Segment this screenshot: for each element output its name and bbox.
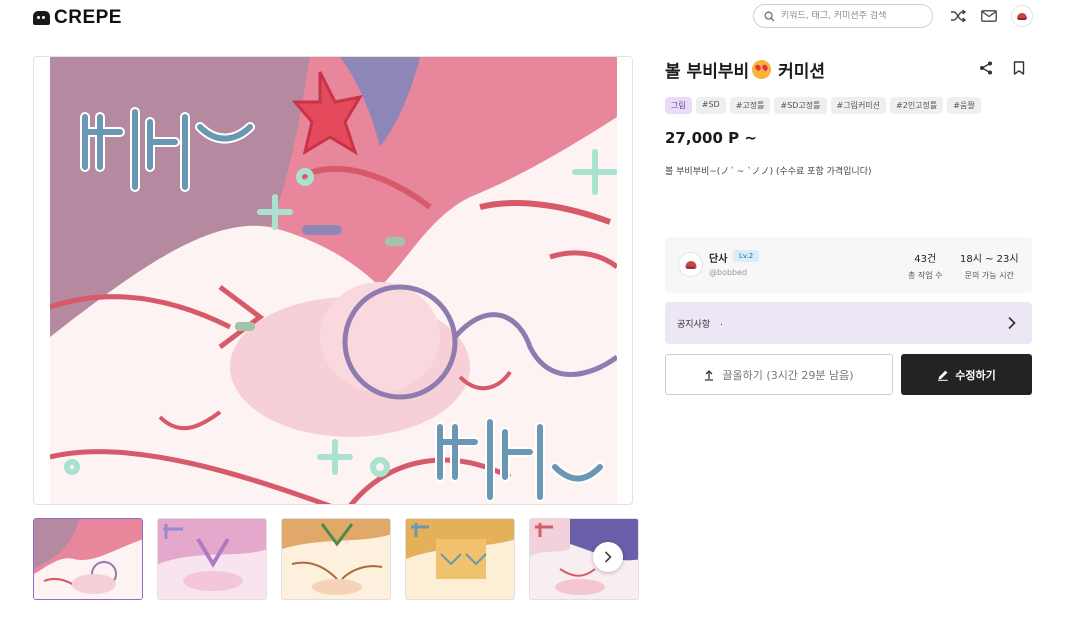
tag[interactable]: #그림커미션: [830, 97, 887, 114]
mail-icon[interactable]: [979, 6, 999, 26]
tag[interactable]: #SD: [695, 97, 726, 114]
chevron-right-icon: [1008, 316, 1016, 330]
artist-avatar[interactable]: [678, 252, 703, 277]
bookmark-icon[interactable]: [1011, 60, 1027, 80]
product-title: 볼 부비부비 커미션: [665, 57, 825, 82]
thumbnail-2[interactable]: [157, 518, 267, 600]
artist-name[interactable]: 단사: [709, 250, 727, 265]
title-text: 볼 부비부비: [665, 62, 750, 82]
main-artwork[interactable]: [33, 56, 633, 505]
artist-card[interactable]: 단사 Lv.2 @bobbed 43건 총 작업 수 18시 ~ 23시 문의 …: [665, 237, 1032, 293]
upload-arrow-icon: [705, 369, 714, 381]
logo-text: CREPE: [54, 7, 122, 28]
tag[interactable]: #고정틀: [729, 97, 771, 114]
price: 27,000 P ~: [665, 129, 757, 147]
tag[interactable]: #SD고정틀: [774, 97, 827, 114]
stat-value: 18시 ~ 23시: [960, 254, 1019, 265]
thumbnail-4[interactable]: [405, 518, 515, 600]
search-input[interactable]: [781, 11, 921, 21]
tag-list: 그림 #SD #고정틀 #SD고정틀 #그림커미션 #2인고정틀 #움짤: [665, 97, 981, 114]
bump-button[interactable]: 끌올하기 (3시간 29분 남음): [665, 354, 893, 395]
product-description: 볼 부비부비~(ノ´ ~ `ノノ) (수수료 포함 가격입니다): [665, 167, 872, 177]
smiling-face-with-hearts-icon: [752, 60, 772, 79]
tag[interactable]: #2인고정틀: [890, 97, 944, 114]
notice-text: .: [720, 318, 723, 328]
title-suffix: 커미션: [778, 62, 826, 82]
stat-label: 총 작업 수: [908, 271, 943, 280]
next-thumbnails-button[interactable]: [593, 542, 623, 572]
share-icon[interactable]: [978, 60, 994, 80]
thumbnail-3[interactable]: [281, 518, 391, 600]
crepe-logo[interactable]: CREPE: [33, 7, 122, 29]
tag[interactable]: #움짤: [947, 97, 981, 114]
bump-label: 끌올하기 (3시간 29분 남음): [722, 368, 854, 382]
pencil-icon: [938, 370, 949, 381]
stat-total-works: 43건 총 작업 수: [908, 250, 943, 281]
stat-value: 43건: [914, 254, 937, 265]
thumbnail-1[interactable]: [33, 518, 143, 600]
crepe-logo-icon: [33, 11, 50, 25]
chevron-right-icon: [604, 551, 612, 563]
stat-inquiry-hours: 18시 ~ 23시 문의 가능 시간: [960, 250, 1019, 281]
stat-label: 문의 가능 시간: [964, 271, 1014, 280]
thumbnail-strip: [33, 518, 639, 600]
avatar[interactable]: [1011, 5, 1033, 27]
notice-bar[interactable]: 공지사항 .: [665, 302, 1032, 344]
tag-category[interactable]: 그림: [665, 97, 692, 114]
search-icon: [764, 11, 775, 22]
artist-handle: @bobbed: [709, 268, 748, 277]
edit-button[interactable]: 수정하기: [901, 354, 1032, 395]
edit-label: 수정하기: [955, 368, 996, 382]
level-badge: Lv.2: [733, 250, 760, 262]
search-bar[interactable]: [753, 4, 933, 28]
notice-label: 공지사항: [677, 319, 711, 330]
shuffle-icon[interactable]: [948, 6, 968, 26]
